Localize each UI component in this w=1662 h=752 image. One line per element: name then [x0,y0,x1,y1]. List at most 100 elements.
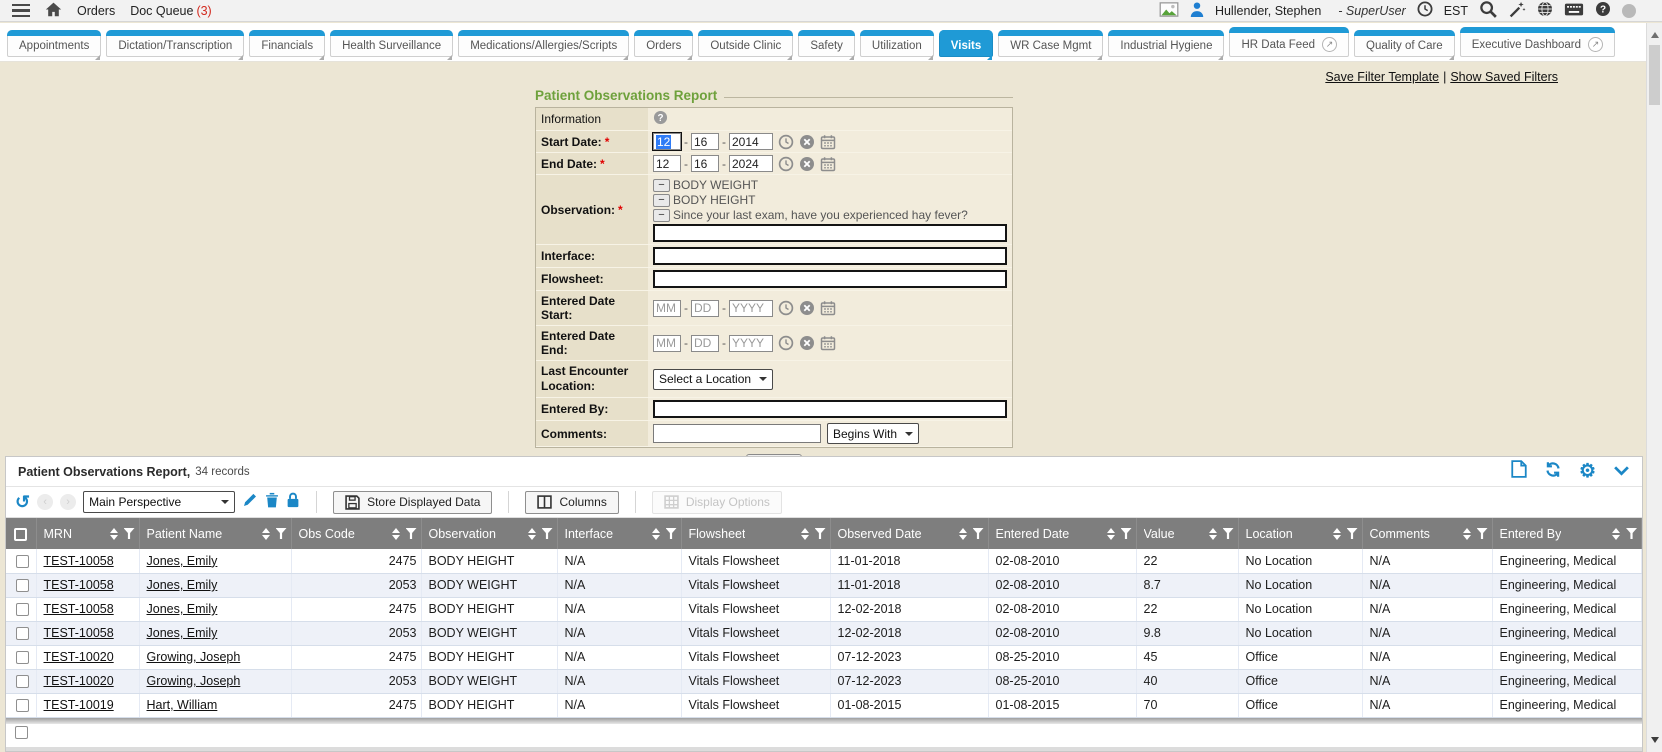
mrn-link[interactable]: TEST-10058 [44,578,114,592]
calendar-icon[interactable] [820,156,836,172]
perspective-select[interactable]: Main Perspective [83,491,235,513]
sort-icon[interactable] [1333,524,1341,544]
patient-name-link[interactable]: Growing, Joseph [147,650,241,664]
start-date-day-input[interactable]: 16 [691,133,719,150]
remove-observation-button[interactable]: − [653,194,670,207]
tab-hr-data-feed[interactable]: HR Data Feed↗ [1229,27,1349,57]
tab-executive-dashboard[interactable]: Executive Dashboard↗ [1460,27,1615,57]
mrn-link[interactable]: TEST-10020 [44,674,114,688]
time-icon[interactable] [778,156,794,172]
gear-icon[interactable]: ⚙ [1579,464,1596,480]
start-date-year-input[interactable]: 2014 [729,133,773,150]
scrollbar-thumb[interactable] [1649,45,1660,105]
comments-match-select[interactable]: Begins With [827,423,919,444]
row-checkbox[interactable] [16,699,29,712]
row-checkbox[interactable] [16,627,29,640]
col-header-interface[interactable]: Interface [557,518,681,549]
tab-safety[interactable]: Safety [798,30,855,57]
patient-name-link[interactable]: Growing, Joseph [147,674,241,688]
tab-wr-case-mgmt[interactable]: WR Case Mgmt [998,30,1103,57]
calendar-icon[interactable] [820,134,836,150]
col-header-entered-date[interactable]: Entered Date [988,518,1136,549]
filter-icon[interactable] [1223,528,1234,539]
horizontal-scrollbar[interactable] [6,747,1642,751]
store-displayed-data-button[interactable]: Store Displayed Data [333,491,492,514]
mrn-link[interactable]: TEST-10058 [44,602,114,616]
comments-input[interactable] [653,424,821,443]
end-date-day-input[interactable]: 16 [691,155,719,172]
time-icon[interactable] [778,335,794,351]
col-header-observation[interactable]: Observation [421,518,557,549]
mrn-link[interactable]: TEST-10058 [44,626,114,640]
time-icon[interactable] [778,134,794,150]
home-icon[interactable] [45,2,62,20]
mrn-link[interactable]: TEST-10020 [44,650,114,664]
filter-icon[interactable] [406,528,417,539]
mrn-link[interactable]: TEST-10019 [44,698,114,712]
keyboard-icon[interactable] [1564,3,1584,19]
scroll-up-arrow-icon[interactable] [1651,28,1659,38]
patient-name-link[interactable]: Hart, William [147,698,218,712]
time-icon[interactable] [778,300,794,316]
col-header-value[interactable]: Value [1136,518,1238,549]
entered-date-start-month-input[interactable]: MM [653,300,681,317]
entered-date-end-day-input[interactable]: DD [691,335,719,352]
entered-date-start-day-input[interactable]: DD [691,300,719,317]
patient-name-link[interactable]: Jones, Emily [147,602,218,616]
tab-quality-of-care[interactable]: Quality of Care [1354,30,1455,57]
filter-icon[interactable] [1626,528,1637,539]
row-checkbox[interactable] [16,555,29,568]
calendar-icon[interactable] [820,335,836,351]
sort-icon[interactable] [1209,524,1217,544]
reset-icon[interactable]: ↺ [15,494,30,510]
filter-icon[interactable] [815,528,826,539]
last-encounter-location-select[interactable]: Select a Location [653,369,773,390]
entered-date-end-month-input[interactable]: MM [653,335,681,352]
filter-icon[interactable] [973,528,984,539]
columns-button[interactable]: Columns [525,491,618,514]
sort-icon[interactable] [528,524,536,544]
sort-icon[interactable] [1463,524,1471,544]
tab-appointments[interactable]: Appointments [7,30,101,57]
menu-item-doc-queue[interactable]: Doc Queue(3) [130,4,212,18]
delete-perspective-icon[interactable] [265,492,279,513]
remove-observation-button[interactable]: − [653,209,670,222]
tab-financials[interactable]: Financials [249,30,325,57]
tab-visits[interactable]: Visits [939,30,993,57]
tab-outside-clinic[interactable]: Outside Clinic [698,30,793,57]
filter-icon[interactable] [1347,528,1358,539]
entered-date-start-year-input[interactable]: YYYY [729,300,773,317]
remove-observation-button[interactable]: − [653,179,670,192]
col-header-obs-code[interactable]: Obs Code [291,518,421,549]
clear-date-icon[interactable] [799,134,815,150]
user-icon[interactable] [1190,2,1204,20]
tab-dictation-transcription[interactable]: Dictation/Transcription [106,30,244,57]
sort-icon[interactable] [1107,524,1115,544]
filter-icon[interactable] [124,528,135,539]
globe-icon[interactable] [1537,1,1553,20]
mrn-link[interactable]: TEST-10058 [44,554,114,568]
col-header-entered-by[interactable]: Entered By [1492,518,1642,549]
col-header-mrn[interactable]: MRN [36,518,139,549]
row-checkbox[interactable] [16,675,29,688]
clear-date-icon[interactable] [799,300,815,316]
filter-icon[interactable] [1121,528,1132,539]
end-date-year-input[interactable]: 2024 [729,155,773,172]
patient-name-link[interactable]: Jones, Emily [147,578,218,592]
save-filter-template-link[interactable]: Save Filter Template [1325,70,1439,84]
entered-by-input[interactable] [653,400,1007,418]
new-document-icon[interactable] [1511,460,1527,483]
scroll-down-arrow-icon[interactable] [1651,737,1659,747]
sort-icon[interactable] [801,524,809,544]
clear-date-icon[interactable] [799,335,815,351]
sort-icon[interactable] [392,524,400,544]
collapse-chevron-icon[interactable] [1613,463,1630,481]
sort-icon[interactable] [262,524,270,544]
lock-perspective-icon[interactable] [286,492,300,513]
filter-icon[interactable] [276,528,287,539]
tab-utilization[interactable]: Utilization [860,30,934,57]
filter-icon[interactable] [1477,528,1488,539]
refresh-icon[interactable] [1544,461,1562,483]
sort-icon[interactable] [1612,524,1620,544]
end-date-month-input[interactable]: 12 [653,155,681,172]
